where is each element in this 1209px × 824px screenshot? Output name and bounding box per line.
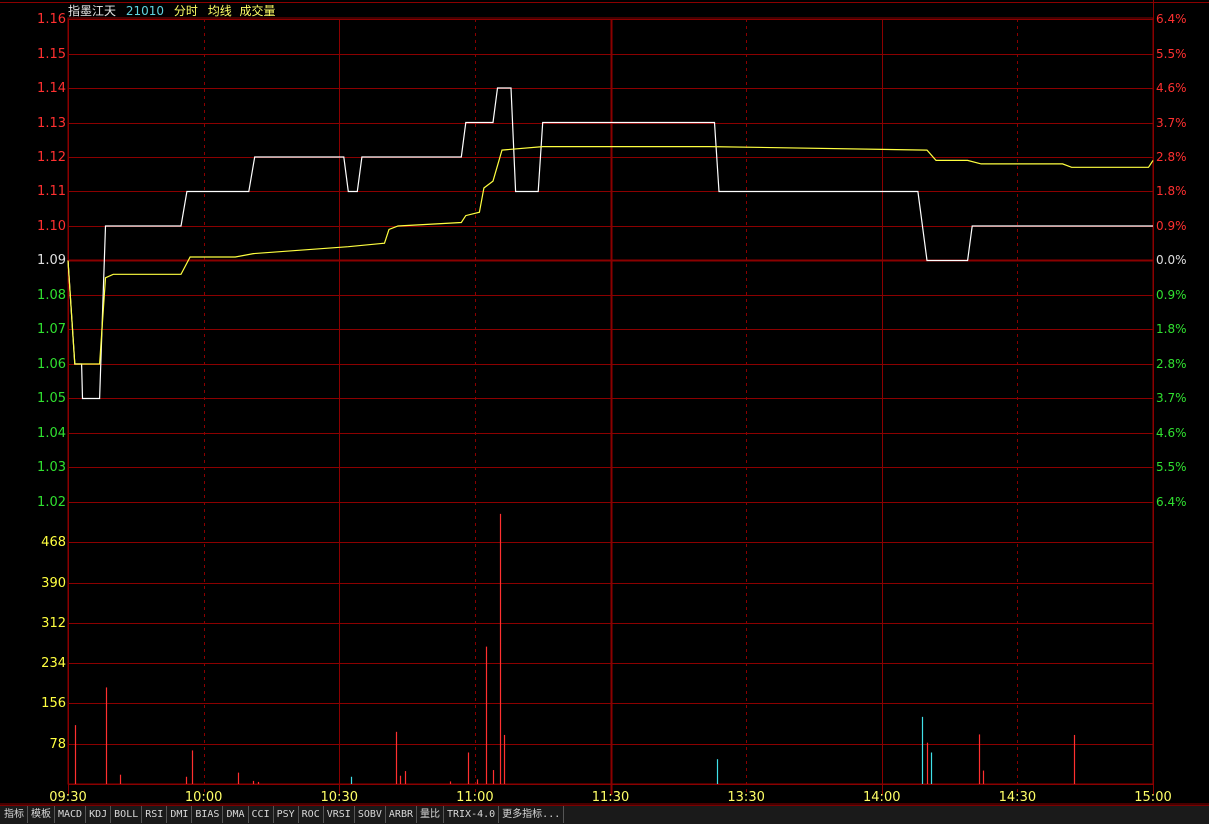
tab-psy[interactable]: PSY xyxy=(274,806,299,823)
price-tick-label: 1.02 xyxy=(37,495,66,510)
percent-tick-label: 5.5% xyxy=(1156,47,1187,61)
tab-cci[interactable]: CCI xyxy=(249,806,274,823)
percent-tick-label: 6.4% xyxy=(1156,12,1187,26)
indicator-tab-bar: 指标 模板 MACD KDJ BOLL RSI DMI BIAS DMA CCI PSY ROC VRS… xyxy=(0,805,1209,824)
percent-tick-label: 0.9% xyxy=(1156,288,1187,302)
time-tick-label: 14:00 xyxy=(863,790,900,805)
price-tick-label: 1.16 xyxy=(37,12,66,27)
price-tick-label: 1.06 xyxy=(37,357,66,372)
tab-roc[interactable]: ROC xyxy=(299,806,324,823)
price-tick-label: 1.07 xyxy=(37,322,66,337)
price-tick-label: 1.08 xyxy=(37,288,66,303)
price-tick-label: 1.10 xyxy=(37,219,66,234)
percent-tick-label: 4.6% xyxy=(1156,426,1187,440)
percent-tick-label: 1.8% xyxy=(1156,322,1187,336)
percent-tick-label: 2.8% xyxy=(1156,150,1187,164)
percent-tick-label: 1.8% xyxy=(1156,184,1187,198)
tab-kdj[interactable]: KDJ xyxy=(86,806,112,823)
volume-tick-label: 390 xyxy=(41,576,66,591)
price-tick-label: 1.11 xyxy=(37,184,66,199)
intraday-chart[interactable]: 1.16 6.4% 1.15 5.5% 1.14 4.6% 1.13 3.7% 1.12 2.8%… xyxy=(0,0,1209,805)
tab-bias[interactable]: BIAS xyxy=(192,806,224,823)
percent-tick-label: 0.0% xyxy=(1156,253,1187,267)
percent-tick-label: 2.8% xyxy=(1156,357,1187,371)
percent-tick-label: 4.6% xyxy=(1156,81,1187,95)
price-tick-label: 1.05 xyxy=(37,391,66,406)
time-tick-label: 13:30 xyxy=(727,790,764,805)
price-tick-label: 1.12 xyxy=(37,150,66,165)
tab-sobv[interactable]: SOBV xyxy=(355,806,386,823)
percent-tick-label: 6.4% xyxy=(1156,495,1187,509)
tab-dma[interactable]: DMA xyxy=(223,806,249,823)
tab-macd[interactable]: MACD xyxy=(55,806,87,823)
price-tick-label: 1.13 xyxy=(37,116,66,131)
time-tick-label: 11:00 xyxy=(456,790,493,805)
tab-item-0[interactable]: 指标 xyxy=(0,806,28,823)
time-tick-label: 15:00 xyxy=(1134,790,1171,805)
percent-tick-label: 0.9% xyxy=(1156,219,1187,233)
tab-vrsi[interactable]: VRSI xyxy=(324,806,355,823)
percent-tick-label: 5.5% xyxy=(1156,460,1187,474)
tab-item-15[interactable]: 量比 xyxy=(417,806,444,823)
time-tick-label: 11:30 xyxy=(592,790,629,805)
volume-tick-label: 156 xyxy=(41,696,66,711)
tab-item-17[interactable]: 更多指标... xyxy=(499,806,565,823)
tab-boll[interactable]: BOLL xyxy=(111,806,143,823)
percent-tick-label: 3.7% xyxy=(1156,391,1187,405)
volume-tick-label: 312 xyxy=(41,616,66,631)
price-tick-label: 1.03 xyxy=(37,460,66,475)
volume-tick-label: 234 xyxy=(41,656,66,671)
time-tick-label: 10:30 xyxy=(321,790,358,805)
tab-rsi[interactable]: RSI xyxy=(142,806,168,823)
price-tick-label: 1.14 xyxy=(37,81,66,96)
volume-tick-label: 78 xyxy=(49,737,66,752)
tab-arbr[interactable]: ARBR xyxy=(386,806,417,823)
price-tick-label: 1.09 xyxy=(37,253,66,268)
volume-tick-label: 468 xyxy=(41,535,66,550)
tab-item-1[interactable]: 模板 xyxy=(28,806,55,823)
price-tick-label: 1.04 xyxy=(37,426,66,441)
percent-tick-label: 3.7% xyxy=(1156,116,1187,130)
time-tick-label: 14:30 xyxy=(999,790,1036,805)
time-tick-label: 09:30 xyxy=(49,790,86,805)
tab-dmi[interactable]: DMI xyxy=(167,806,193,823)
time-tick-label: 10:00 xyxy=(185,790,222,805)
tab-trix40[interactable]: TRIX-4.0 xyxy=(444,806,500,823)
price-tick-label: 1.15 xyxy=(37,47,66,62)
